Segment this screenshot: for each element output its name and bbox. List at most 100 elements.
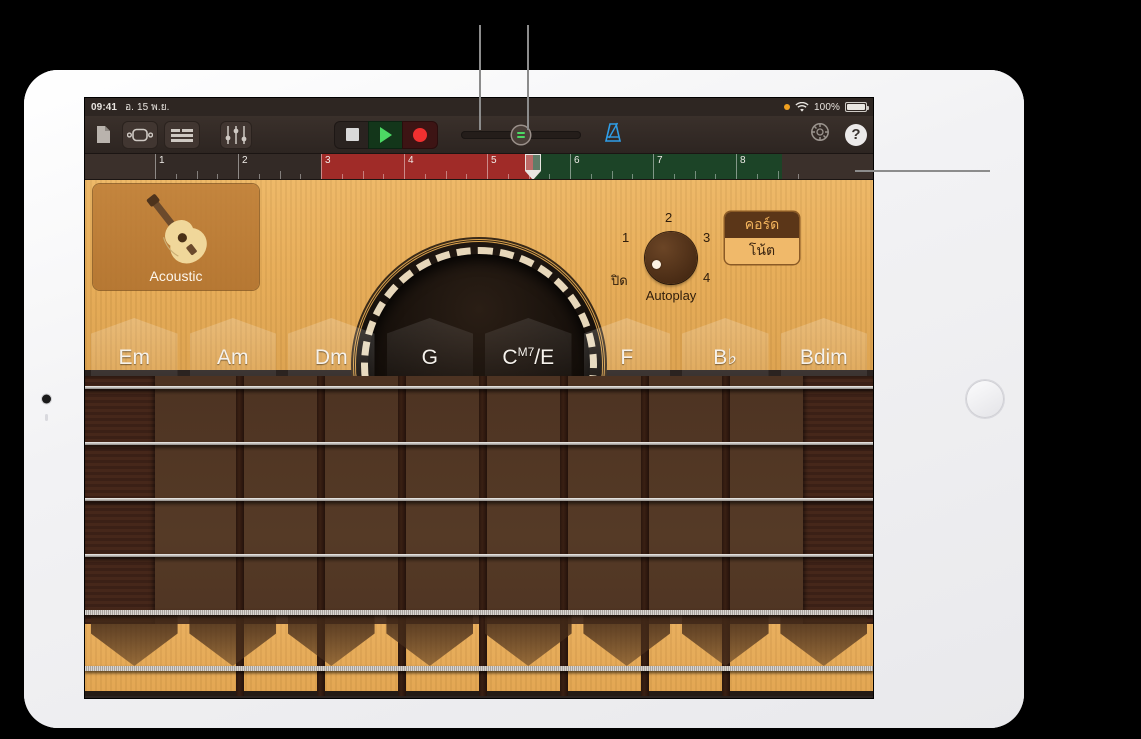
beat-tick (591, 174, 592, 179)
beat-tick (674, 174, 675, 179)
record-button[interactable] (403, 122, 437, 148)
orange-dot-icon (784, 104, 790, 110)
status-date: อ. 15 พ.ย. (125, 100, 169, 115)
guitar-string[interactable] (85, 498, 873, 501)
string-shadow (85, 501, 873, 507)
chord-label: CM7/E (502, 345, 554, 370)
my-songs-button[interactable] (91, 122, 115, 148)
autoplay-label-2[interactable]: 2 (665, 210, 672, 225)
loop-browser-icon (127, 128, 153, 142)
track-view-button[interactable] (165, 122, 199, 148)
beat-tick (300, 174, 301, 179)
ipad-frame: 09:41 อ. 15 พ.ย. 100% (24, 70, 1024, 728)
play-button[interactable] (369, 122, 403, 148)
autoplay-label-1[interactable]: 1 (622, 230, 629, 245)
autoplay-label-3[interactable]: 3 (703, 230, 710, 245)
bar-number: 7 (657, 155, 663, 166)
transport-controls (335, 122, 437, 148)
chord-strip[interactable]: CM7/E (479, 310, 578, 378)
beat-tick (176, 174, 177, 179)
guitar-string[interactable] (85, 610, 873, 615)
chord-strip[interactable]: Am (184, 310, 283, 378)
autoplay-caption: Autoplay (617, 288, 725, 303)
toggle-option-chords[interactable]: คอร์ด (725, 212, 799, 238)
playhead[interactable] (525, 154, 541, 171)
ruler-bars-area[interactable]: + 12345678 (155, 154, 873, 179)
chord-label: B♭ (713, 345, 737, 370)
bar-divider (155, 154, 156, 179)
mixer-sliders-icon (225, 125, 247, 145)
guitar-string[interactable] (85, 554, 873, 557)
chord-label: Em (119, 346, 151, 370)
chord-strip[interactable]: B♭ (676, 310, 775, 378)
stop-button[interactable] (335, 122, 369, 148)
track-list-icon (170, 128, 194, 142)
beat-tick (217, 174, 218, 179)
beat-tick (715, 174, 716, 179)
bar-number: 6 (574, 155, 580, 166)
help-button[interactable]: ? (845, 124, 867, 146)
chord-strips-row[interactable]: Em Am DmG CM7/E F B♭ Bdim (85, 310, 873, 378)
toggle-option-notes[interactable]: โน้ต (725, 238, 799, 264)
beat-tick (363, 171, 364, 179)
autoplay-control[interactable]: ปิด 1 2 3 4 Autoplay (617, 208, 713, 304)
add-section-callout-line (855, 170, 990, 172)
beat-tick (466, 174, 467, 179)
metronome-icon (603, 121, 623, 143)
bar-divider (653, 154, 654, 179)
ipad-screen: 09:41 อ. 15 พ.ย. 100% (85, 98, 873, 698)
battery-full-icon (845, 102, 867, 112)
ruler-section (321, 154, 533, 179)
autoplay-label-4[interactable]: 4 (703, 270, 710, 285)
front-camera (42, 395, 51, 404)
bar-divider (487, 154, 488, 179)
chords-notes-toggle[interactable]: คอร์ด โน้ต (725, 212, 799, 264)
beat-tick (612, 171, 613, 179)
string-shadow (85, 557, 873, 563)
master-volume-slider[interactable] (461, 129, 581, 141)
chord-label: Am (217, 346, 249, 370)
guitar-string[interactable] (85, 666, 873, 671)
chord-strip[interactable]: G (381, 310, 480, 378)
instrument-selector[interactable]: Acoustic (93, 184, 259, 290)
bar-number: 1 (159, 155, 165, 166)
toolbar-right-group: ? (809, 121, 867, 148)
guitar-instrument-area: Acoustic ปิด 1 2 3 4 Autoplay (85, 180, 873, 696)
beat-tick (798, 174, 799, 179)
ruler-left-pad (85, 154, 155, 179)
timeline-ruler[interactable]: + 12345678 (85, 154, 873, 180)
chord-strip[interactable]: Em (85, 310, 184, 378)
beat-tick (425, 174, 426, 179)
wifi-icon (795, 102, 809, 113)
bar-number: 3 (325, 155, 331, 166)
autoplay-knob[interactable] (645, 232, 697, 284)
chord-strip[interactable]: Bdim (775, 310, 874, 378)
home-button[interactable] (966, 380, 1004, 418)
bar-number: 4 (408, 155, 414, 166)
loop-browser-button[interactable] (123, 122, 157, 148)
track-controls-button[interactable] (221, 122, 251, 148)
beat-tick (757, 174, 758, 179)
beat-tick (383, 174, 384, 179)
chord-strip[interactable]: F (578, 310, 677, 378)
screenshot-stage: 09:41 อ. 15 พ.ย. 100% (0, 0, 1141, 739)
beat-tick (280, 171, 281, 179)
settings-button[interactable] (809, 121, 831, 148)
document-icon (96, 125, 111, 144)
chord-strip[interactable]: Dm (282, 310, 381, 378)
toolbar-left-group (91, 122, 251, 148)
string-shadow (85, 389, 873, 395)
stop-square-icon (346, 128, 359, 141)
guitar-string[interactable] (85, 442, 873, 445)
bar-divider (321, 154, 322, 179)
guitar-string[interactable] (85, 386, 873, 389)
bar-divider (404, 154, 405, 179)
status-time: 09:41 (91, 102, 117, 113)
gear-icon (809, 121, 831, 143)
beat-tick (259, 174, 260, 179)
instrument-name: Acoustic (150, 268, 203, 284)
metronome-button[interactable] (603, 121, 623, 148)
bar-number: 5 (491, 155, 497, 166)
fretboard[interactable] (85, 376, 873, 696)
chord-label: F (620, 346, 633, 370)
